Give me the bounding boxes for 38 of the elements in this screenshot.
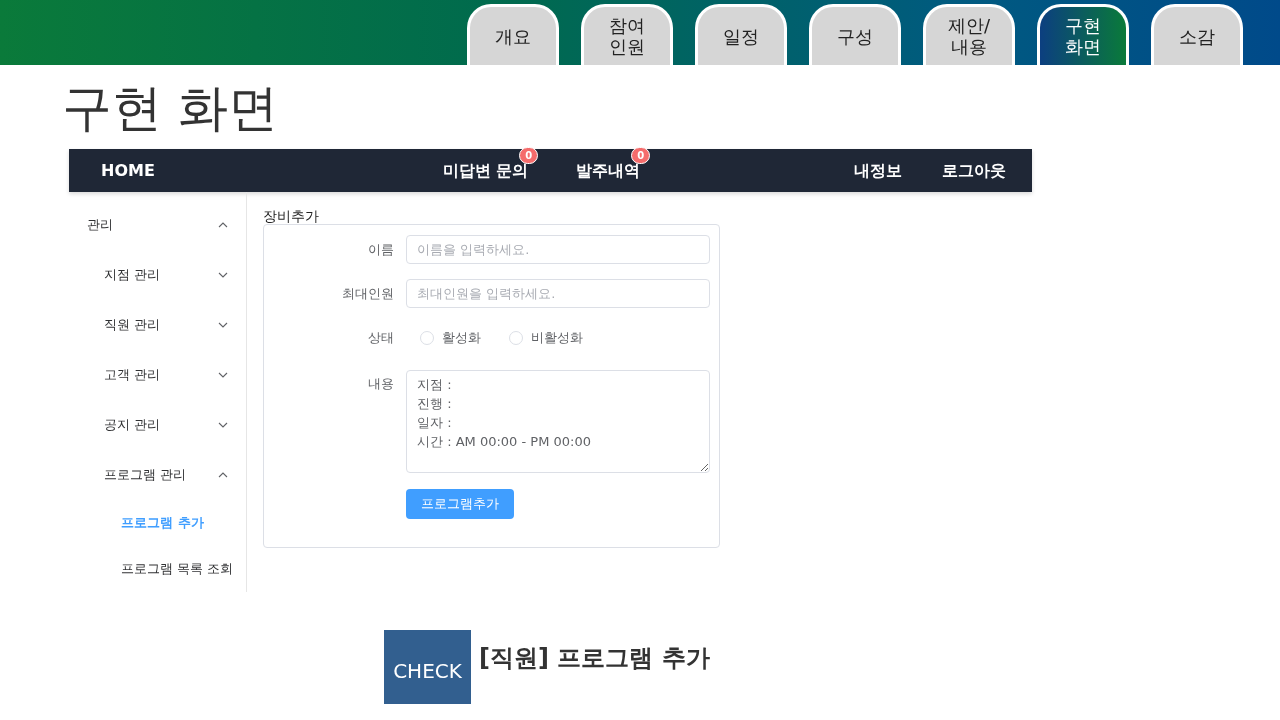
sidebar-item[interactable]: 고객 관리: [69, 350, 246, 400]
check-caption: [직원] 프로그램 추가: [479, 643, 710, 674]
section-tab[interactable]: 구성: [809, 4, 901, 65]
nav-link[interactable]: 내정보: [854, 158, 902, 183]
chevron-down-icon: [218, 272, 228, 278]
sidebar-item[interactable]: 지점 관리: [69, 250, 246, 300]
section-tab[interactable]: 소감: [1151, 4, 1243, 65]
form-title: 장비추가: [263, 208, 320, 224]
section-tab[interactable]: 개요: [467, 4, 559, 65]
chevron-up-icon: [218, 472, 228, 478]
section-tab[interactable]: 구현 화면: [1037, 4, 1129, 65]
field-label: 내용: [367, 375, 395, 393]
count-badge: 0: [519, 146, 539, 164]
input-field[interactable]: 이름을 입력하세요.: [406, 235, 710, 264]
check-label: CHECK: [384, 630, 471, 704]
nav-link[interactable]: 로그아웃: [942, 158, 1006, 183]
sidebar-item[interactable]: 프로그램 관리: [69, 450, 246, 500]
radio-label[interactable]: 비활성화: [531, 327, 583, 348]
field-label: 최대인원: [341, 285, 395, 303]
count-badge: 0: [631, 146, 651, 164]
section-tab[interactable]: 제안/ 내용: [923, 4, 1015, 65]
chevron-down-icon: [218, 322, 228, 328]
field-label: 이름: [367, 241, 395, 259]
sidebar-item[interactable]: 직원 관리: [69, 300, 246, 350]
chevron-down-icon: [218, 372, 228, 378]
home-link[interactable]: HOME: [101, 158, 155, 183]
section-tab[interactable]: 참여 인원: [581, 4, 673, 65]
input-field[interactable]: 최대인원을 입력하세요.: [406, 279, 710, 308]
field-label: 상태: [367, 329, 395, 347]
sidebar-item[interactable]: 관리: [69, 200, 246, 250]
chevron-down-icon: [218, 422, 228, 428]
chevron-up-icon: [218, 222, 228, 228]
sidebar-item[interactable]: 프로그램 목록 조회: [69, 546, 246, 592]
radio-label[interactable]: 활성화: [442, 327, 481, 348]
sidebar-item[interactable]: 공지 관리: [69, 400, 246, 450]
slide-title: 구현 화면: [62, 81, 279, 136]
textarea-field[interactable]: 지점 : 진행 : 일자 : 시간 : AM 00:00 - PM 00:00: [406, 370, 710, 473]
section-tab[interactable]: 일정: [695, 4, 787, 65]
